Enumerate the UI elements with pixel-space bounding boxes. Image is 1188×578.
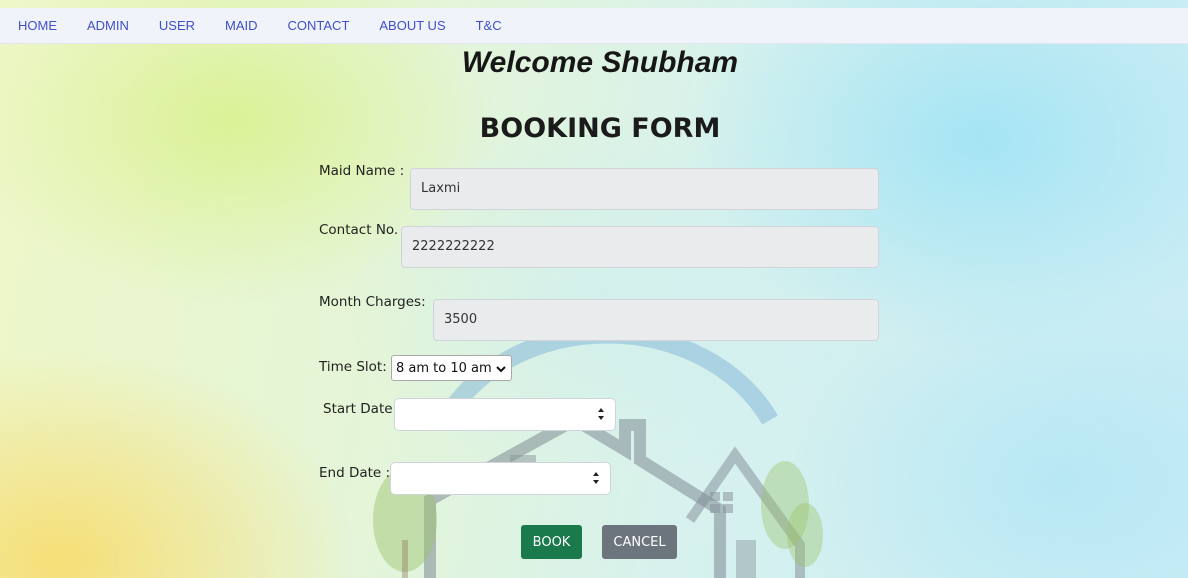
time-slot-selected: 8 am to 10 am <box>396 360 492 376</box>
contact-value: 2222222222 <box>412 239 495 254</box>
contact-label: Contact No. : <box>319 222 408 238</box>
nav-user-link[interactable]: USER <box>159 18 195 33</box>
charges-input[interactable]: 3500 <box>433 299 879 341</box>
charges-value: 3500 <box>444 312 478 327</box>
end-date-input[interactable] <box>390 462 611 495</box>
up-down-arrows-icon <box>593 472 599 484</box>
top-navbar: HOME ADMIN USER MAID CONTACT ABOUT US T&… <box>0 8 1188 44</box>
maid-name-value: Laxmi <box>421 181 461 196</box>
time-slot-label: Time Slot: <box>319 359 387 375</box>
maid-name-label: Maid Name : <box>319 163 405 179</box>
start-date-label: Start Date : <box>323 401 402 417</box>
nav-contact-link[interactable]: CONTACT <box>288 18 350 33</box>
nav-about-link[interactable]: ABOUT US <box>379 18 445 33</box>
contact-input[interactable]: 2222222222 <box>401 226 879 268</box>
nav-terms-link[interactable]: T&C <box>476 18 502 33</box>
cancel-button[interactable]: CANCEL <box>602 525 677 559</box>
nav-admin-link[interactable]: ADMIN <box>87 18 129 33</box>
maid-name-input[interactable]: Laxmi <box>410 168 879 210</box>
book-button[interactable]: BOOK <box>521 525 582 559</box>
time-slot-select[interactable]: 8 am to 10 am <box>391 355 512 381</box>
chevron-down-icon <box>496 366 506 373</box>
welcome-heading: Welcome Shubham <box>461 46 739 79</box>
up-down-arrows-icon <box>598 408 604 420</box>
charges-label: Month Charges: <box>319 294 426 310</box>
nav-maid-link[interactable]: MAID <box>225 18 258 33</box>
booking-form-title: BOOKING FORM <box>479 113 721 144</box>
end-date-label: End Date : <box>319 465 391 481</box>
start-date-input[interactable] <box>394 398 616 431</box>
nav-home-link[interactable]: HOME <box>18 18 57 33</box>
